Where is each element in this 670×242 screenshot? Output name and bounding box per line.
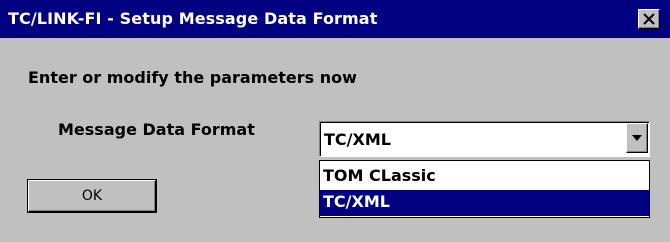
- dropdown-toggle-button[interactable]: [626, 123, 648, 153]
- close-button[interactable]: [638, 9, 660, 29]
- dropdown-option-tom-classic[interactable]: TOM CLassic: [320, 164, 649, 190]
- ok-button[interactable]: OK: [28, 180, 156, 212]
- window-title: TC/LINK-FI - Setup Message Data Format: [8, 9, 378, 28]
- dropdown-list: TOM CLassic TC/XML: [319, 160, 650, 218]
- message-data-format-combobox[interactable]: TC/XML: [319, 121, 650, 157]
- title-bar[interactable]: TC/LINK-FI - Setup Message Data Format: [0, 0, 670, 38]
- dropdown-option-tc-xml[interactable]: TC/XML: [320, 190, 649, 216]
- message-data-format-label: Message Data Format: [58, 120, 255, 139]
- combobox-selected-value: TC/XML: [324, 130, 391, 149]
- prompt-text: Enter or modify the parameters now: [28, 68, 357, 87]
- dialog-window: TC/LINK-FI - Setup Message Data Format E…: [0, 0, 670, 242]
